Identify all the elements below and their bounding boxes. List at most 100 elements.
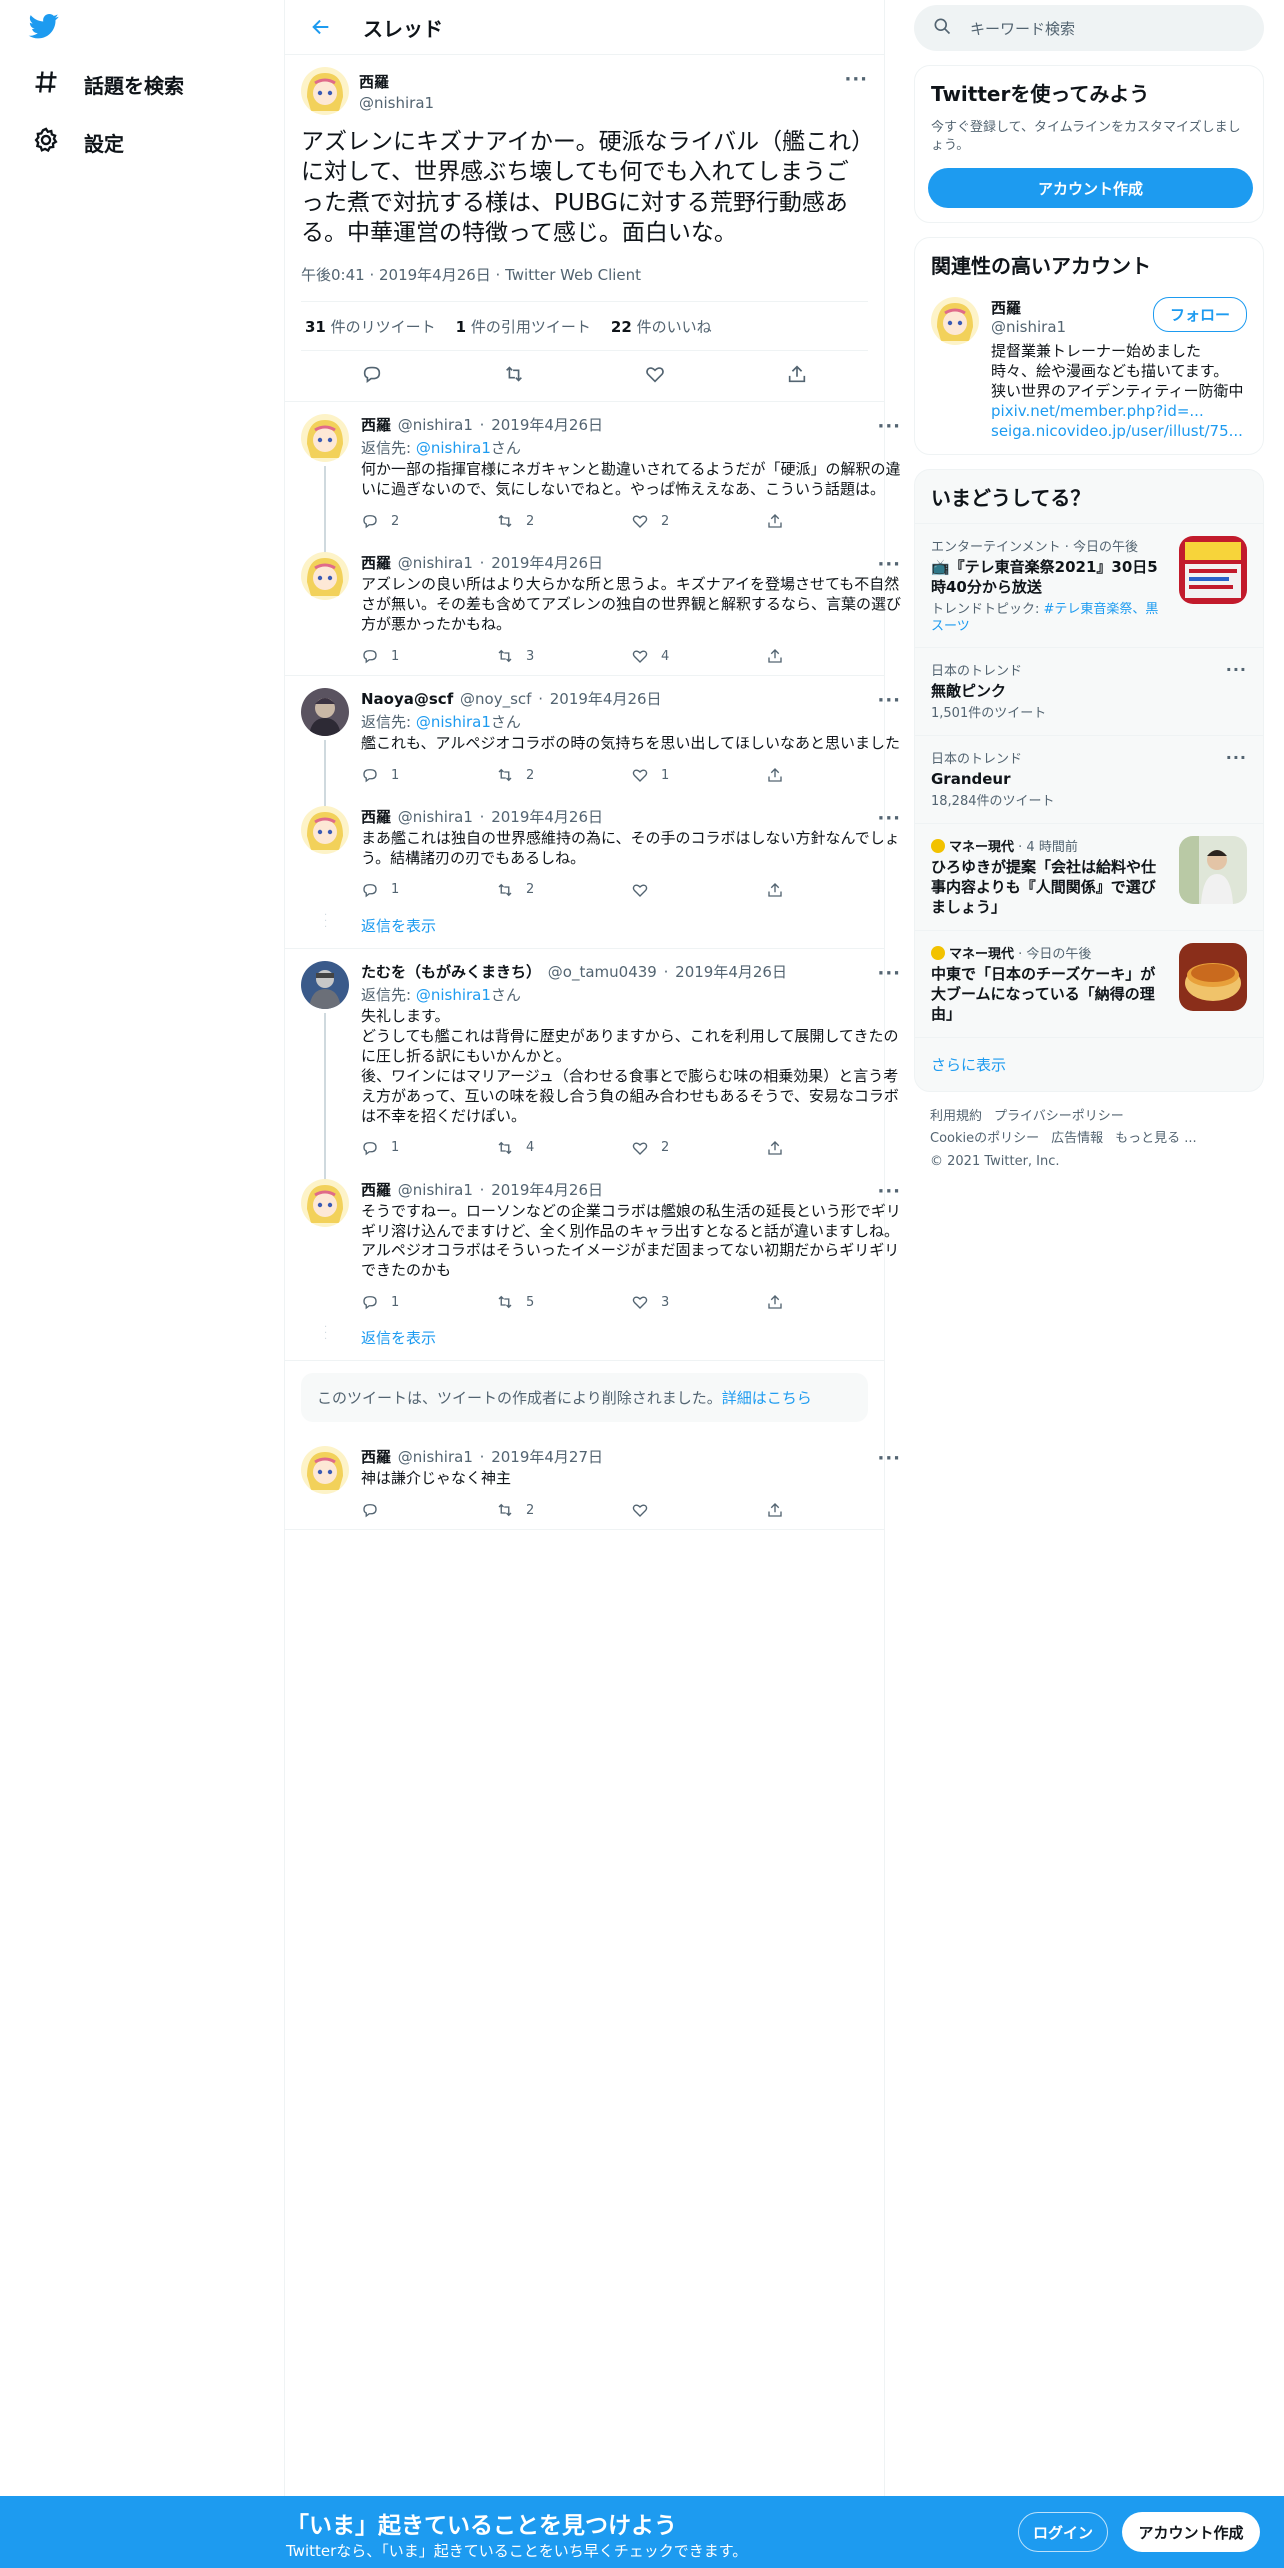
quote-stat[interactable]: 1 件の引用ツイート: [456, 316, 591, 337]
author-handle[interactable]: @nishira1: [398, 1448, 473, 1466]
like-stat[interactable]: 22 件のいいね: [611, 316, 712, 337]
trend-item[interactable]: 日本のトレンド Grandeur 18,284件のツイート ···: [915, 735, 1263, 823]
tweet-date[interactable]: 2019年4月26日: [491, 1181, 603, 1199]
more-options-icon[interactable]: ···: [844, 69, 868, 90]
retweet-button[interactable]: 5: [496, 1293, 631, 1311]
author-handle[interactable]: @nishira1: [398, 1181, 473, 1199]
avatar[interactable]: [931, 297, 979, 346]
like-button[interactable]: 1: [631, 766, 766, 784]
retweet-button[interactable]: 2: [496, 881, 631, 899]
more-options-icon[interactable]: ···: [877, 554, 901, 575]
reply-button[interactable]: 2: [361, 512, 496, 530]
reply-tweet[interactable]: 西羅 @nishira1 · 2019年4月27日 ··· 神は謙介じゃなく神主…: [285, 1434, 900, 1531]
nav-explore[interactable]: 話題を検索: [32, 68, 184, 101]
retweet-button[interactable]: 2: [496, 512, 631, 530]
avatar[interactable]: [301, 806, 349, 855]
retweet-button[interactable]: 2: [496, 1501, 631, 1519]
privacy-link[interactable]: プライバシーポリシー: [994, 1109, 1124, 1124]
reply-to-handle[interactable]: @nishira1: [416, 713, 491, 731]
avatar[interactable]: [301, 67, 349, 115]
reply-button[interactable]: 1: [361, 647, 496, 665]
retweet-button[interactable]: 2: [496, 766, 631, 784]
details-link[interactable]: 詳細はこちら: [722, 1389, 812, 1407]
reply-icon[interactable]: [361, 363, 383, 389]
like-button[interactable]: 3: [631, 1293, 766, 1311]
more-options-icon[interactable]: ···: [877, 690, 901, 711]
tweet-date[interactable]: 2019年4月26日: [675, 963, 787, 981]
author-name[interactable]: 西羅: [359, 71, 434, 92]
share-button[interactable]: [766, 1501, 901, 1519]
reply-tweet[interactable]: たむを（もがみくまきち） @o_tamu0439 · 2019年4月26日 ··…: [285, 949, 900, 1191]
retweet-button[interactable]: 4: [496, 1139, 631, 1157]
reply-tweet[interactable]: 西羅 @nishira1 · 2019年4月26日 ··· 返信先: @nish…: [285, 402, 901, 575]
ads-link[interactable]: 広告情報: [1051, 1131, 1103, 1146]
like-button[interactable]: [631, 881, 766, 899]
more-options-icon[interactable]: ···: [1226, 748, 1247, 767]
author-handle[interactable]: @nishira1: [398, 554, 473, 572]
share-button[interactable]: [766, 1293, 901, 1311]
reply-button[interactable]: 1: [361, 881, 496, 899]
signup-button[interactable]: アカウント作成: [1122, 2512, 1260, 2552]
more-options-icon[interactable]: ···: [877, 416, 901, 437]
reply-tweet[interactable]: 西羅 @nishira1 · 2019年4月26日 ··· アズレンの良い所はよ…: [285, 540, 901, 677]
share-button[interactable]: [766, 647, 901, 665]
more-link[interactable]: もっと見る ...: [1115, 1131, 1197, 1146]
author-handle[interactable]: @nishira1: [398, 416, 473, 434]
more-options-icon[interactable]: ···: [877, 1181, 901, 1202]
show-replies-link[interactable]: · · · 返信を表示: [285, 909, 884, 949]
heart-icon[interactable]: [644, 363, 666, 389]
author-name[interactable]: 西羅: [361, 416, 391, 434]
reply-to-handle[interactable]: @nishira1: [416, 439, 491, 457]
author-handle[interactable]: @nishira1: [359, 94, 434, 112]
tweet-meta[interactable]: 午後0:41 · 2019年4月26日 · Twitter Web Client: [301, 264, 868, 285]
author-name[interactable]: 西羅: [361, 808, 391, 826]
reply-tweet[interactable]: Naoya@scf @noy_scf · 2019年4月26日 ··· 返信先:…: [285, 676, 900, 825]
reply-tweet[interactable]: 西羅 @nishira1 · 2019年4月26日 ··· そうですねー。ローソ…: [285, 1167, 901, 1322]
author-name[interactable]: 西羅: [361, 554, 391, 572]
avatar[interactable]: [301, 1446, 349, 1495]
more-options-icon[interactable]: ···: [877, 1448, 901, 1469]
reply-button[interactable]: 1: [361, 1293, 496, 1311]
trend-item[interactable]: 日本のトレンド 無敵ピンク 1,501件のツイート ···: [915, 647, 1263, 735]
reply-button[interactable]: [361, 1501, 496, 1519]
share-icon[interactable]: [786, 363, 808, 389]
author-name[interactable]: たむを（もがみくまきち）: [361, 963, 541, 981]
trend-item[interactable]: エンターテインメント · 今日の午後 📺『テレ東音楽祭2021』30日5時40分…: [915, 522, 1263, 648]
avatar[interactable]: [301, 414, 349, 463]
author-name[interactable]: Naoya@scf: [361, 690, 453, 708]
bio-link[interactable]: seiga.nicovideo.jp/user/illust/75...: [991, 422, 1247, 442]
search-input[interactable]: キーワード検索: [914, 5, 1264, 51]
share-button[interactable]: [766, 766, 901, 784]
more-options-icon[interactable]: ···: [877, 963, 901, 984]
share-button[interactable]: [766, 512, 901, 530]
like-button[interactable]: 4: [631, 647, 766, 665]
author-handle[interactable]: @nishira1: [398, 808, 473, 826]
tweet-date[interactable]: 2019年4月26日: [550, 690, 662, 708]
nav-settings[interactable]: 設定: [32, 126, 124, 159]
like-button[interactable]: 2: [631, 512, 766, 530]
avatar[interactable]: [301, 688, 349, 737]
like-button[interactable]: [631, 1501, 766, 1519]
show-replies-link[interactable]: · · · 返信を表示: [285, 1321, 884, 1362]
news-item[interactable]: マネー現代 · 4 時間前 ひろゆきが提案「会社は給料や仕事内容よりも『人間関係…: [915, 823, 1263, 930]
more-options-icon[interactable]: ···: [877, 808, 901, 829]
share-button[interactable]: [766, 1139, 901, 1157]
news-item[interactable]: マネー現代 · 今日の午後 中東で「日本のチーズケーキ」が大ブームになっている「…: [915, 929, 1263, 1037]
tweet-date[interactable]: 2019年4月27日: [491, 1448, 603, 1466]
tweet-date[interactable]: 2019年4月26日: [491, 808, 603, 826]
avatar[interactable]: [301, 1178, 349, 1227]
reply-button[interactable]: 1: [361, 766, 496, 784]
retweet-stat[interactable]: 31 件のリツイート: [305, 316, 436, 337]
share-button[interactable]: [766, 881, 901, 899]
author-handle[interactable]: @noy_scf: [460, 690, 531, 708]
reply-tweet[interactable]: 西羅 @nishira1 · 2019年4月26日 ··· まあ艦これは独自の世…: [285, 794, 900, 909]
reply-to-handle[interactable]: @nishira1: [416, 986, 491, 1004]
avatar[interactable]: [301, 960, 349, 1009]
avatar[interactable]: [301, 552, 349, 601]
cookie-link[interactable]: Cookieのポリシー: [930, 1131, 1039, 1146]
follow-button[interactable]: フォロー: [1152, 297, 1247, 333]
author-handle[interactable]: @o_tamu0439: [548, 963, 657, 981]
author-name[interactable]: 西羅: [361, 1448, 391, 1466]
tweet-date[interactable]: 2019年4月26日: [491, 554, 603, 572]
author-name[interactable]: 西羅: [361, 1181, 391, 1199]
